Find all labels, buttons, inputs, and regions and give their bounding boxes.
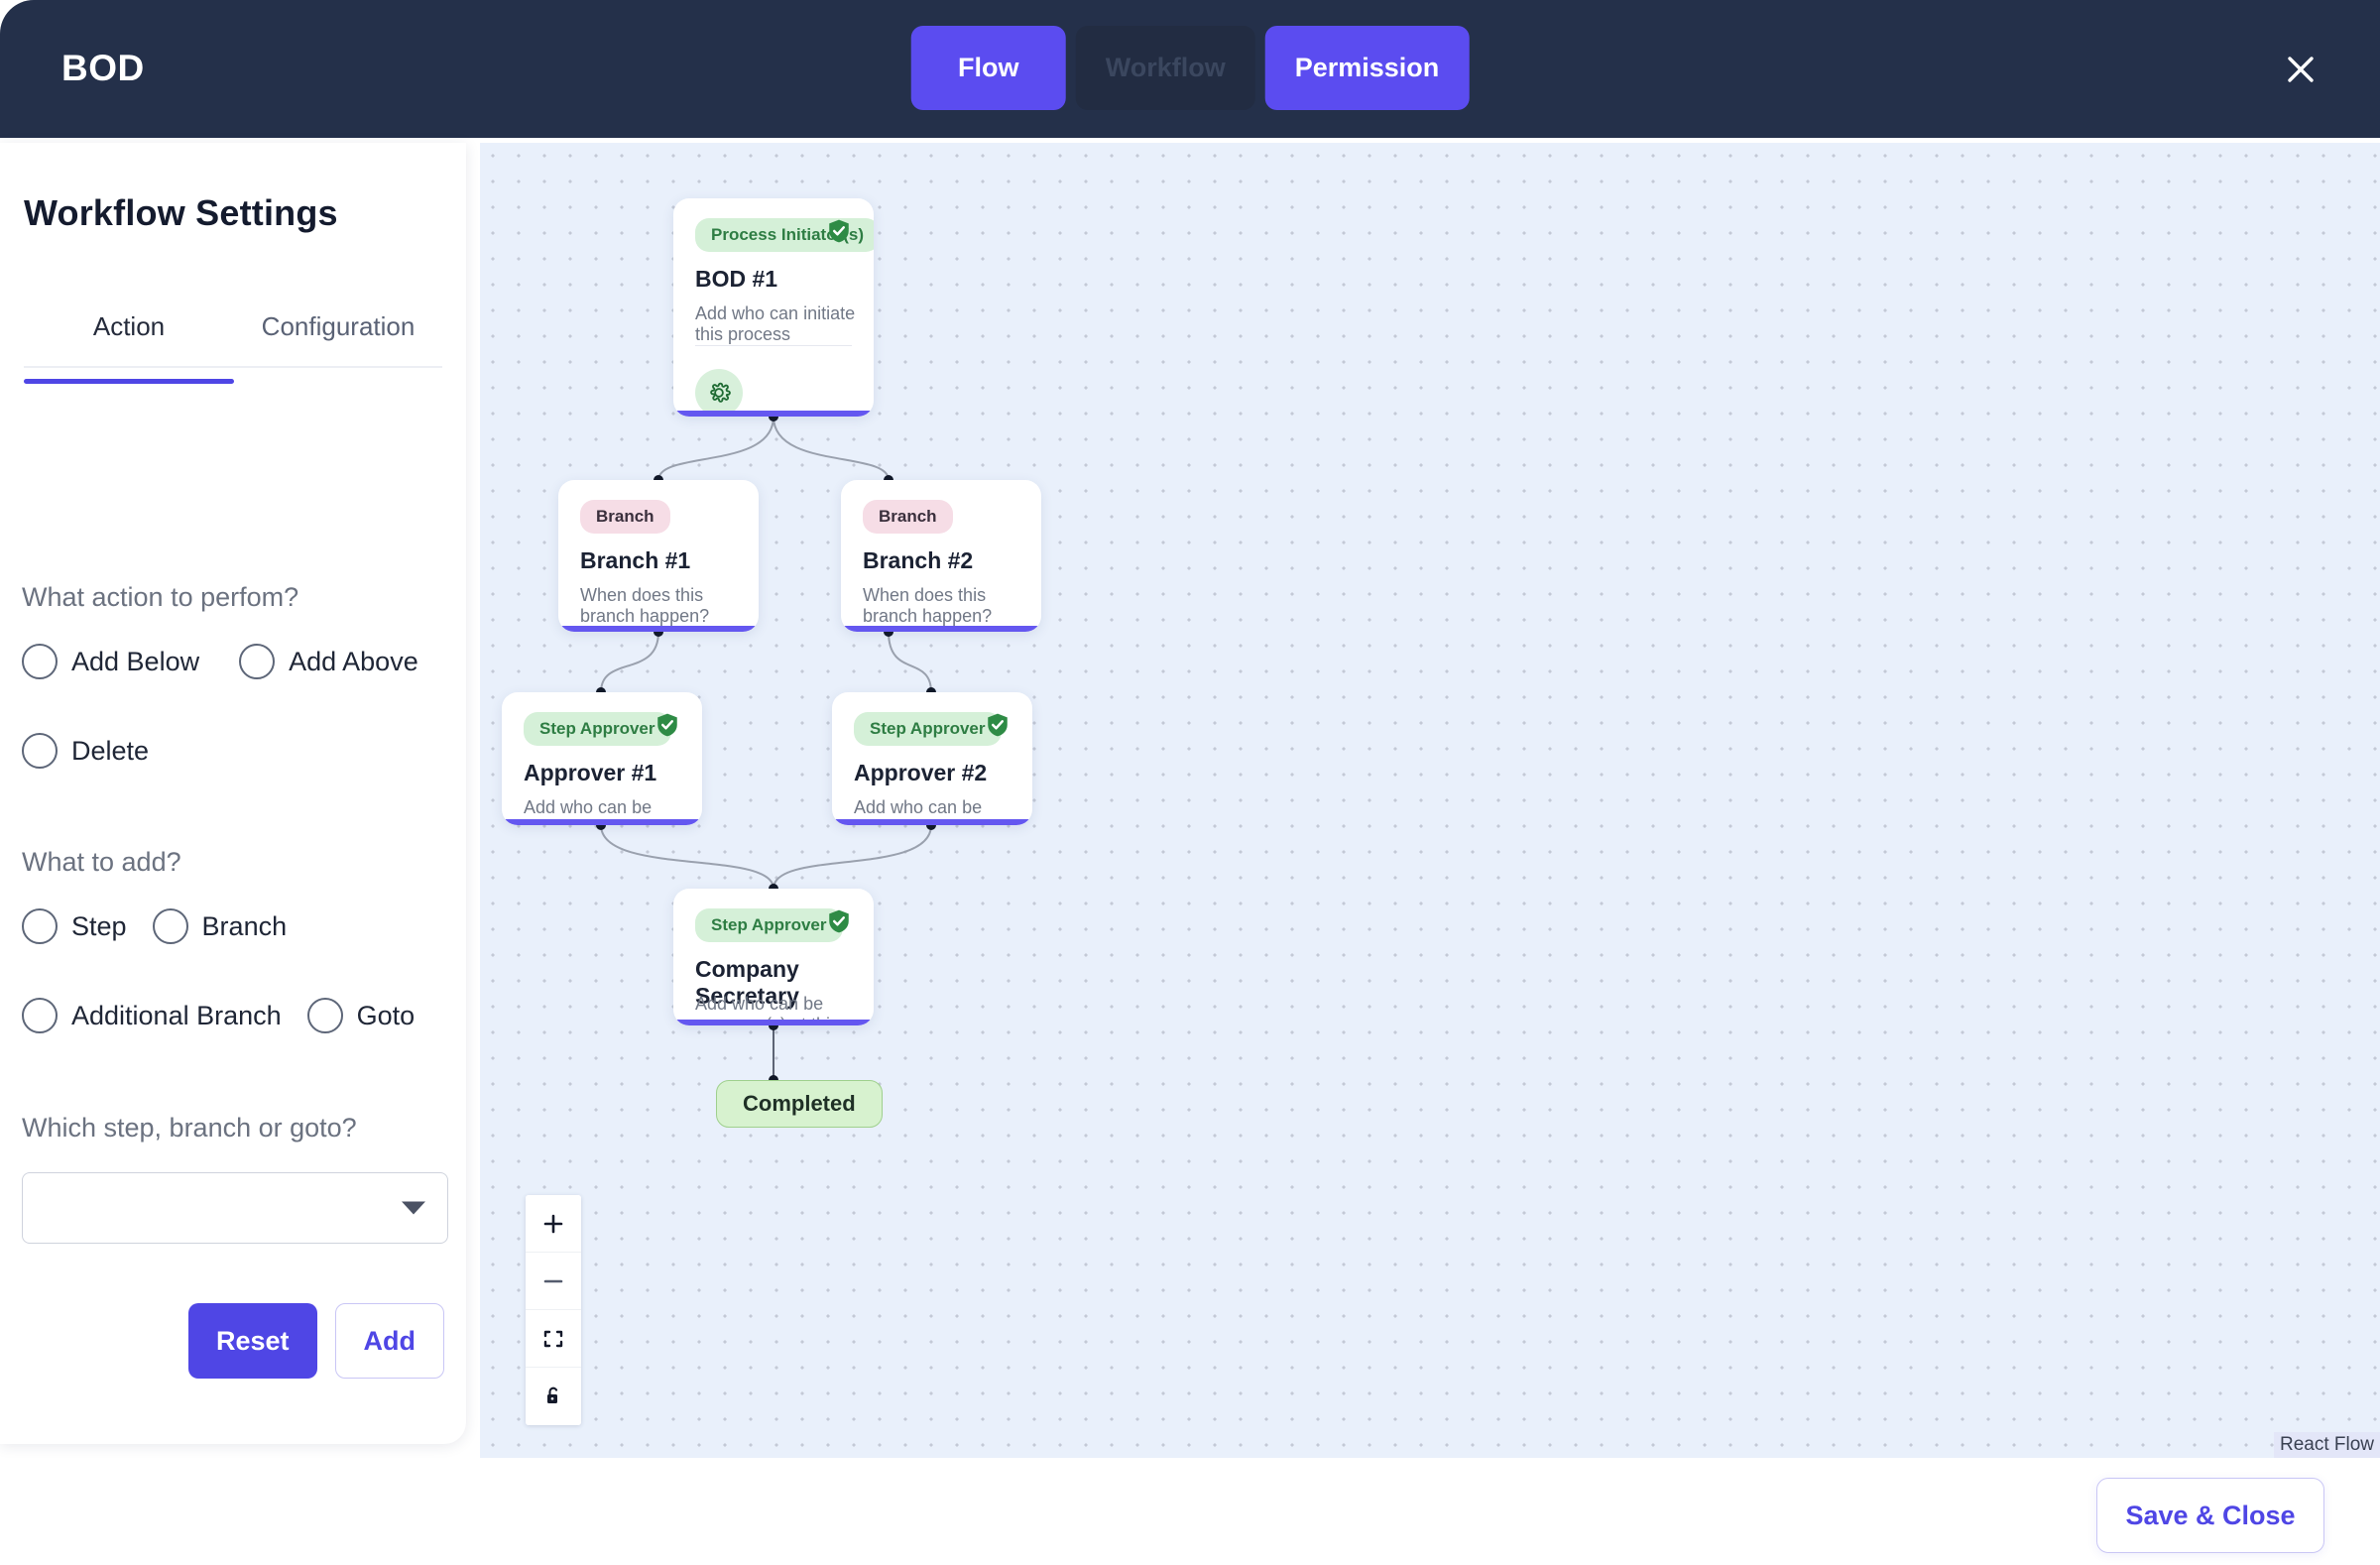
node-badge: Branch [863,500,953,534]
radio-circle-icon [22,998,58,1033]
add-button[interactable]: Add [334,1303,444,1379]
radio-label: Add Above [289,646,418,676]
verified-check-icon[interactable] [654,712,680,738]
node-accent-bar [502,819,702,825]
footer-bar [0,1458,2380,1565]
question-what-to-add: What to add? [22,847,181,877]
node-badge: Step Approver [695,908,843,942]
node-title: BOD #1 [695,266,778,292]
node-badge: Branch [580,500,670,534]
node-badge: Step Approver [854,712,1002,746]
workflow-settings-panel: Workflow Settings Action Configuration W… [0,143,466,1444]
node-accent-bar [841,626,1041,632]
radio-label: Goto [356,1000,416,1030]
node-accent-bar [673,1020,874,1025]
flow-node-company-secretary[interactable]: Step Approver Company Secretary Add who … [673,889,874,1025]
reset-button[interactable]: Reset [187,1303,317,1379]
flow-node-approver-1[interactable]: Step Approver Approver #1 Add who can be… [502,692,702,825]
tab-flow[interactable]: Flow [910,26,1066,110]
action-options-row-1: Add Below Add Above [22,644,418,679]
radio-label: Delete [71,735,150,766]
verified-check-icon[interactable] [985,712,1011,738]
radio-circle-icon [239,644,276,679]
tab-workflow[interactable]: Workflow [1075,26,1255,110]
close-icon [2288,57,2314,82]
radio-branch[interactable]: Branch [152,908,288,944]
node-accent-bar [558,626,759,632]
node-title: Branch #2 [863,547,974,573]
node-divider [695,345,852,346]
radio-label: Branch [201,910,288,941]
lock-toggle-button[interactable] [526,1368,581,1425]
completed-badge: Completed [716,1080,883,1128]
verified-check-icon[interactable] [826,908,852,934]
flow-node-approver-2[interactable]: Step Approver Approver #2 Add who can be… [832,692,1032,825]
flow-node-branch-1[interactable]: Branch Branch #1 When does this branch h… [558,480,759,632]
radio-circle-icon [152,908,188,944]
fit-view-icon [543,1330,563,1347]
unlock-icon [547,1386,558,1403]
verified-check-icon[interactable] [826,218,852,244]
question-action: What action to perfom? [22,582,299,612]
node-badge: Step Approver [524,712,671,746]
header-tabs: Flow Workflow Permission [910,26,1470,110]
save-and-close-button[interactable]: Save & Close [2096,1478,2324,1553]
node-subtitle: When does this branch happen? [863,585,993,626]
flow-canvas[interactable]: Process Initiator(s) BOD #1 Add who can … [480,143,2380,1458]
close-button[interactable] [2277,46,2324,93]
add-options-row-2: Additional Branch Goto [22,998,415,1033]
question-which-step: Which step, branch or goto? [22,1113,357,1143]
panel-tabs: Action Configuration [24,311,442,368]
tab-configuration[interactable]: Configuration [234,311,442,366]
radio-circle-icon [306,998,343,1033]
node-title: Approver #2 [854,760,988,785]
app-header: BOD Flow Workflow Permission [0,0,2380,138]
radio-label: Additional Branch [71,1000,282,1030]
zoom-in-button[interactable] [526,1195,581,1253]
action-options-row-2: Delete [22,733,149,769]
node-subtitle: Add who can initiate this process [695,303,856,344]
zoom-in-icon [543,1214,563,1233]
add-options-row-1: Step Branch [22,908,287,944]
node-accent-bar [832,819,1032,825]
radio-add-above[interactable]: Add Above [239,644,418,679]
radio-circle-icon [22,733,58,769]
radio-label: Add Below [71,646,200,676]
panel-title: Workflow Settings [24,192,338,233]
radio-goto[interactable]: Goto [306,998,416,1033]
radio-step[interactable]: Step [22,908,127,944]
app-title: BOD [61,48,145,88]
panel-actions: Reset Add [187,1303,444,1379]
tab-permission[interactable]: Permission [1264,26,1470,110]
zoom-out-icon [543,1279,563,1282]
radio-add-below[interactable]: Add Below [22,644,199,679]
node-settings-button[interactable] [695,369,743,417]
gear-icon [710,382,731,403]
node-title: Approver #1 [524,760,657,785]
radio-circle-icon [22,908,58,944]
radio-additional-branch[interactable]: Additional Branch [22,998,282,1033]
flow-node-initiator[interactable]: Process Initiator(s) BOD #1 Add who can … [673,198,874,417]
step-branch-goto-select[interactable] [22,1172,448,1244]
radio-delete[interactable]: Delete [22,733,149,769]
radio-label: Step [71,910,127,941]
flow-node-branch-2[interactable]: Branch Branch #2 When does this branch h… [841,480,1041,632]
node-subtitle: When does this branch happen? [580,585,710,626]
zoom-out-button[interactable] [526,1253,581,1310]
chevron-down-icon [402,1201,425,1215]
active-tab-underline [24,379,234,384]
zoom-controls [526,1195,581,1425]
radio-circle-icon [22,644,58,679]
tab-action[interactable]: Action [24,311,234,366]
node-accent-bar [673,411,874,417]
react-flow-attribution[interactable]: React Flow [2273,1432,2380,1458]
fit-view-button[interactable] [526,1310,581,1368]
node-title: Branch #1 [580,547,691,573]
